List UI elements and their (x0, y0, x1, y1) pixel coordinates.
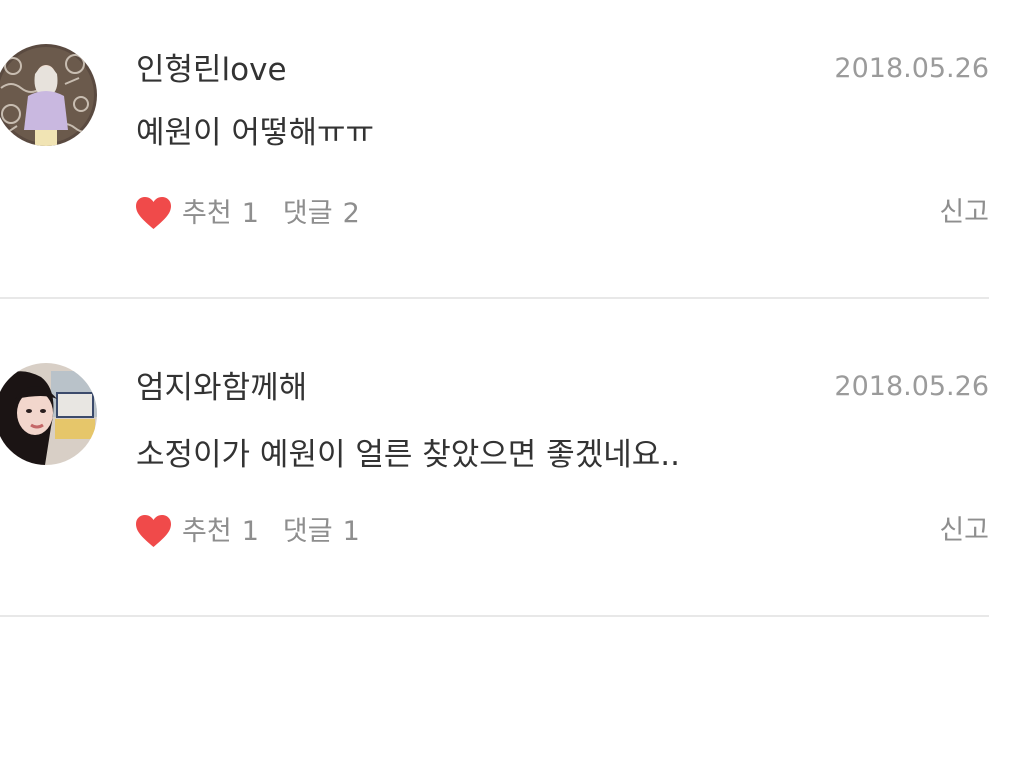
divider (0, 297, 989, 299)
comment-text: 소정이가 예원이 얼른 찾았으면 좋겠네요.. (136, 437, 680, 473)
comment-username[interactable]: 인형린love (136, 55, 287, 86)
like-button[interactable]: 추천 1 (135, 514, 259, 548)
report-button[interactable]: 신고 (939, 199, 989, 226)
comment-item: 엄지와함께해 2018.05.26 소정이가 예원이 얼른 찾았으면 좋겠네요.… (0, 318, 1031, 618)
like-count: 1 (241, 197, 259, 229)
reply-button[interactable]: 댓글 1 (283, 518, 360, 545)
report-button[interactable]: 신고 (939, 517, 989, 544)
divider (0, 615, 989, 617)
comment-username[interactable]: 엄지와함께해 (136, 373, 307, 404)
reply-label: 댓글 (282, 515, 333, 547)
like-count: 1 (241, 515, 259, 547)
avatar[interactable] (0, 44, 97, 146)
comment-actions: 추천 1 댓글 1 (135, 511, 360, 551)
like-button[interactable]: 추천 1 (135, 196, 259, 230)
reply-count: 1 (342, 515, 360, 547)
comment-date: 2018.05.26 (834, 371, 989, 402)
comment-actions: 추천 1 댓글 2 (135, 193, 360, 233)
comment-date: 2018.05.26 (834, 53, 989, 84)
reply-label: 댓글 (282, 197, 333, 229)
comment-text: 예원이 어떻해ㅠㅠ (136, 115, 375, 151)
avatar[interactable] (0, 363, 97, 465)
heart-icon (136, 197, 171, 229)
heart-icon (136, 515, 171, 547)
reply-button[interactable]: 댓글 2 (283, 200, 360, 227)
comment-item: 인형린love 2018.05.26 예원이 어떻해ㅠㅠ 추천 1 댓글 2 신… (0, 0, 1031, 300)
reply-count: 2 (342, 197, 360, 229)
like-label: 추천 (182, 515, 232, 547)
like-label: 추천 (182, 197, 232, 229)
